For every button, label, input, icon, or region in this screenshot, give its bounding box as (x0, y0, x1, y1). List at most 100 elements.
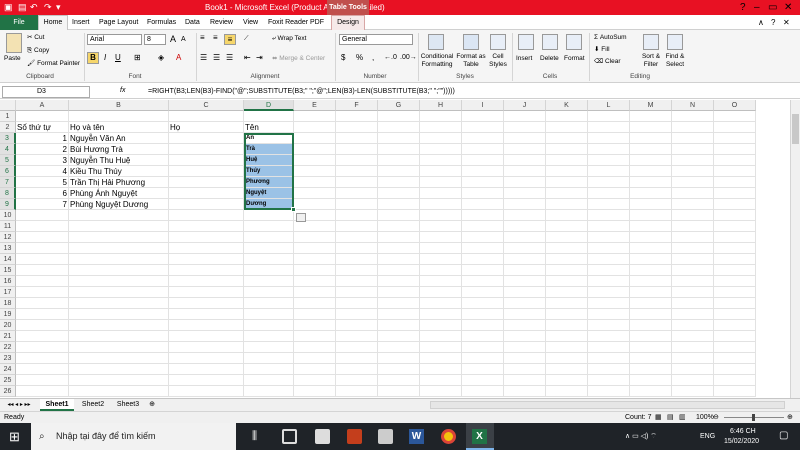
cell[interactable] (336, 309, 378, 320)
row-header-1[interactable]: 1 (0, 111, 16, 122)
cell[interactable] (504, 309, 546, 320)
cell[interactable] (294, 353, 336, 364)
cell[interactable] (714, 364, 756, 375)
cell[interactable] (462, 287, 504, 298)
cell[interactable] (69, 232, 169, 243)
cell[interactable] (420, 210, 462, 221)
cell[interactable] (336, 298, 378, 309)
cell[interactable] (378, 133, 420, 144)
cell-stt[interactable]: 4 (16, 166, 69, 177)
cell[interactable] (714, 331, 756, 342)
cell[interactable] (420, 166, 462, 177)
zoom-slider-thumb[interactable] (752, 414, 755, 421)
cell[interactable] (504, 122, 546, 133)
merge-center-button[interactable]: ⬌ Merge & Center (272, 55, 325, 63)
cell[interactable] (378, 353, 420, 364)
cell[interactable] (244, 111, 294, 122)
cell[interactable] (630, 155, 672, 166)
cell[interactable] (672, 276, 714, 287)
sort-filter-icon[interactable] (643, 34, 659, 50)
cell[interactable] (462, 331, 504, 342)
row-header-3[interactable]: 3 (0, 133, 16, 144)
qat-customize-icon[interactable]: ▾ (56, 2, 61, 13)
cell[interactable] (294, 111, 336, 122)
row-header-14[interactable]: 14 (0, 254, 16, 265)
column-header-k[interactable]: K (546, 100, 588, 111)
cell[interactable] (714, 188, 756, 199)
conditional-formatting-button[interactable]: Conditional Formatting (420, 53, 454, 69)
cell[interactable] (672, 199, 714, 210)
percent-icon[interactable]: % (356, 54, 363, 62)
cell[interactable] (672, 265, 714, 276)
cell[interactable] (630, 199, 672, 210)
cell[interactable] (630, 320, 672, 331)
cell[interactable] (169, 155, 244, 166)
cell[interactable] (714, 309, 756, 320)
cell[interactable] (714, 342, 756, 353)
cell[interactable] (630, 210, 672, 221)
mail-icon[interactable] (378, 429, 393, 444)
cell[interactable] (294, 188, 336, 199)
cell[interactable] (169, 320, 244, 331)
cell[interactable] (714, 133, 756, 144)
cell-stt[interactable]: 1 (16, 133, 69, 144)
cell[interactable] (462, 122, 504, 133)
cell[interactable] (630, 111, 672, 122)
cell[interactable] (630, 265, 672, 276)
cell[interactable] (420, 342, 462, 353)
cell[interactable] (714, 276, 756, 287)
cell[interactable] (546, 111, 588, 122)
cell[interactable] (672, 122, 714, 133)
cell[interactable] (378, 298, 420, 309)
cell-last-name[interactable]: Nguyệt (244, 188, 294, 199)
cell[interactable] (378, 221, 420, 232)
cell[interactable] (504, 155, 546, 166)
help-icon[interactable]: ? (740, 1, 746, 14)
cell[interactable] (69, 309, 169, 320)
sheet-tab-2[interactable]: Sheet2 (76, 399, 110, 411)
cell[interactable] (504, 364, 546, 375)
window-close-icon[interactable]: ✕ (783, 16, 790, 29)
cell[interactable] (630, 177, 672, 188)
cell[interactable] (294, 298, 336, 309)
number-format-select[interactable]: General (339, 34, 413, 45)
row-header-12[interactable]: 12 (0, 232, 16, 243)
cell[interactable] (546, 232, 588, 243)
cell[interactable] (714, 177, 756, 188)
cell[interactable] (504, 243, 546, 254)
cut-button[interactable]: ✂ Cut (27, 34, 44, 42)
cell[interactable] (420, 287, 462, 298)
orientation-icon[interactable]: ⟋ (244, 35, 249, 43)
cell[interactable] (588, 243, 630, 254)
cell[interactable] (504, 111, 546, 122)
cell[interactable] (378, 287, 420, 298)
cell[interactable] (420, 254, 462, 265)
cell[interactable] (714, 386, 756, 397)
cell[interactable] (546, 265, 588, 276)
cell[interactable] (672, 375, 714, 386)
redo-icon[interactable]: ↷ (44, 2, 52, 13)
fill-handle[interactable] (291, 207, 296, 212)
cell[interactable] (169, 133, 244, 144)
cell[interactable] (546, 386, 588, 397)
cell[interactable] (672, 188, 714, 199)
cell[interactable] (714, 298, 756, 309)
cell[interactable] (462, 210, 504, 221)
cell[interactable] (169, 386, 244, 397)
worksheet-grid[interactable]: A B C D E F G H I J K L M N O 1 2 3 4 5 6 7 8 9 10 11 12 13 14 15 16 17… (0, 100, 790, 398)
shrink-font-icon[interactable]: A (181, 36, 186, 44)
cell[interactable] (378, 210, 420, 221)
restore-icon[interactable]: ▭ (768, 1, 777, 14)
cell[interactable] (336, 386, 378, 397)
cell-full-name[interactable]: Trần Thị Hải Phương (69, 177, 169, 188)
cell[interactable] (588, 232, 630, 243)
cell[interactable] (546, 122, 588, 133)
italic-button[interactable]: I (104, 54, 106, 62)
row-header-8[interactable]: 8 (0, 188, 16, 199)
cell[interactable] (244, 342, 294, 353)
cell[interactable] (630, 309, 672, 320)
decrease-decimal-icon[interactable]: .00→ (400, 54, 417, 62)
cell[interactable] (714, 166, 756, 177)
cell[interactable] (244, 210, 294, 221)
cell[interactable] (294, 166, 336, 177)
